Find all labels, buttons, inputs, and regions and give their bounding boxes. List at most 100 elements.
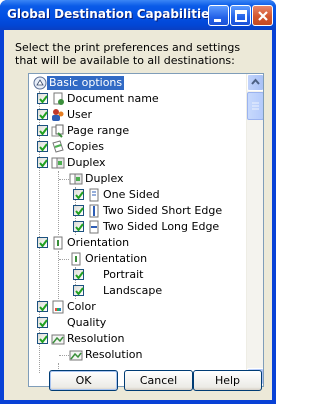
- checkmark-icon: [39, 159, 48, 168]
- tree-item-label: Orientation: [85, 252, 148, 265]
- one-sided-icon: [89, 188, 99, 202]
- checkbox[interactable]: [37, 333, 48, 344]
- maximize-icon: [235, 10, 247, 22]
- checkmark-icon: [39, 303, 48, 312]
- vertical-scrollbar[interactable]: [246, 74, 263, 386]
- minimize-button[interactable]: [208, 5, 229, 26]
- checkmark-icon: [39, 95, 48, 104]
- scroll-thumb[interactable]: [247, 92, 263, 120]
- close-button[interactable]: [252, 5, 273, 26]
- two-sided-short-icon: [89, 204, 99, 218]
- tree-item-label: Orientation: [67, 236, 130, 249]
- user-icon: [52, 109, 64, 121]
- up-arrow-icon: [251, 78, 260, 85]
- tree-line: [59, 355, 69, 356]
- checkbox[interactable]: [37, 237, 48, 248]
- checkbox[interactable]: [73, 285, 84, 296]
- tree-line: [59, 259, 69, 260]
- tree-item-label: Copies: [67, 140, 104, 153]
- tree-item-resolution[interactable]: Resolution: [29, 331, 247, 347]
- tree-item-label: Resolution: [67, 332, 125, 345]
- tree-item-label: One Sided: [103, 188, 160, 201]
- checkmark-icon: [39, 111, 48, 120]
- tree-item-label: Landscape: [103, 284, 163, 297]
- tree-item-label: Duplex: [85, 172, 124, 185]
- checkbox[interactable]: [37, 125, 48, 136]
- tree-item-landscape[interactable]: Landscape: [29, 283, 247, 299]
- document-icon: [53, 92, 64, 105]
- orientation-icon: [53, 236, 63, 250]
- checkbox[interactable]: [37, 109, 48, 120]
- tree-item-one-sided[interactable]: One Sided: [29, 187, 247, 203]
- tree-item-quality[interactable]: Quality: [29, 315, 247, 331]
- checkbox[interactable]: [37, 301, 48, 312]
- dialog-window: Global Destination Capabilities Select t…: [0, 0, 276, 404]
- checkmark-icon: [39, 335, 48, 344]
- tree-item-color[interactable]: Color: [29, 299, 247, 315]
- tree-line: [59, 179, 69, 180]
- tree-item-label: Page range: [67, 124, 130, 137]
- checkbox[interactable]: [37, 141, 48, 152]
- tree-item-label: Resolution: [85, 348, 143, 361]
- checkmark-icon: [39, 239, 48, 248]
- checkbox[interactable]: [73, 269, 84, 280]
- resolution-icon: [51, 334, 65, 345]
- grip-icon: [252, 102, 259, 110]
- basic-options-icon: [33, 76, 47, 90]
- instructions-text: Select the print preferences and setting…: [15, 41, 241, 67]
- tree-item-duplex[interactable]: Duplex: [29, 155, 247, 171]
- duplex-icon: [69, 173, 83, 185]
- cancel-button[interactable]: Cancel: [124, 370, 193, 391]
- tree-item-label: Portrait: [103, 268, 144, 281]
- copies-icon: [52, 140, 64, 153]
- tree-item-label: Basic options: [47, 76, 125, 90]
- tree-item-orientation[interactable]: Orientation: [29, 235, 247, 251]
- checkmark-icon: [75, 191, 84, 200]
- checkmark-icon: [75, 271, 84, 280]
- tree-item-resolution-group[interactable]: Resolution: [29, 347, 247, 363]
- checkmark-icon: [39, 319, 48, 328]
- maximize-button[interactable]: [230, 5, 251, 26]
- tree-item-label: Duplex: [67, 156, 106, 169]
- checkbox[interactable]: [37, 157, 48, 168]
- checkbox[interactable]: [73, 205, 84, 216]
- tree-item-two-sided-short-edge[interactable]: Two Sided Short Edge: [29, 203, 247, 219]
- capabilities-tree[interactable]: Basic options Document name User Page ra…: [28, 73, 264, 387]
- help-button[interactable]: Help: [193, 370, 262, 391]
- checkmark-icon: [75, 287, 84, 296]
- title-bar[interactable]: Global Destination Capabilities: [0, 0, 276, 30]
- scroll-up-button[interactable]: [247, 74, 263, 91]
- two-sided-long-icon: [89, 220, 99, 234]
- resolution-icon: [69, 350, 83, 361]
- checkbox[interactable]: [37, 317, 48, 328]
- close-icon: [258, 11, 268, 21]
- checkmark-icon: [75, 223, 84, 232]
- tree-item-user[interactable]: User: [29, 107, 247, 123]
- checkmark-icon: [75, 207, 84, 216]
- tree-item-label: Color: [67, 300, 96, 313]
- tree-item-orientation-group[interactable]: Orientation: [29, 251, 247, 267]
- tree-item-two-sided-long-edge[interactable]: Two Sided Long Edge: [29, 219, 247, 235]
- tree-item-portrait[interactable]: Portrait: [29, 267, 247, 283]
- tree-item-label: User: [67, 108, 93, 121]
- orientation-icon: [71, 252, 81, 266]
- checkmark-icon: [39, 143, 48, 152]
- tree-item-label: Two Sided Short Edge: [103, 204, 223, 217]
- tree-item-duplex-group[interactable]: Duplex: [29, 171, 247, 187]
- tree-item-page-range[interactable]: Page range: [29, 123, 247, 139]
- ok-button[interactable]: OK: [49, 370, 118, 391]
- checkmark-icon: [39, 127, 48, 136]
- tree-item-copies[interactable]: Copies: [29, 139, 247, 155]
- tree-item-label: Two Sided Long Edge: [103, 220, 220, 233]
- tree-item-label: Quality: [67, 316, 107, 329]
- color-icon: [52, 300, 64, 314]
- tree-item-document-name[interactable]: Document name: [29, 91, 247, 107]
- checkbox[interactable]: [73, 221, 84, 232]
- checkbox[interactable]: [37, 93, 48, 104]
- window-title: Global Destination Capabilities: [7, 7, 217, 21]
- checkbox[interactable]: [73, 189, 84, 200]
- page-range-icon: [51, 124, 64, 138]
- tree-item-basic-options[interactable]: Basic options: [29, 75, 247, 91]
- minimize-icon: [214, 19, 221, 22]
- duplex-icon: [51, 157, 65, 169]
